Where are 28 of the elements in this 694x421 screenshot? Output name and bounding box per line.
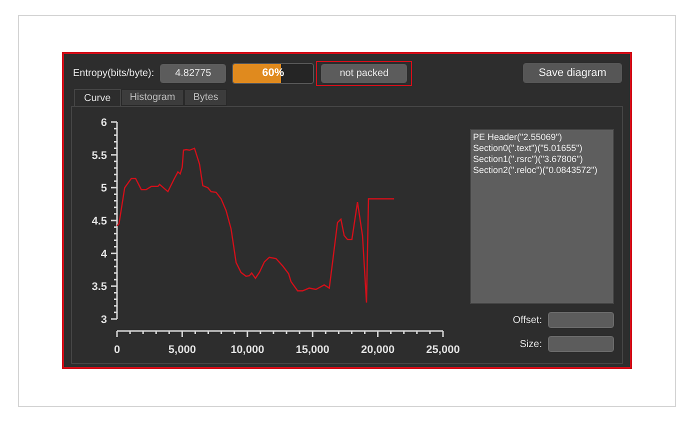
field-label: Size: xyxy=(520,338,542,352)
entropy-value-field: 4.82775 xyxy=(160,64,226,82)
y-tick-label: 3 xyxy=(100,314,107,326)
entropy-label: Entropy(bits/byte): xyxy=(73,66,154,80)
tab[interactable]: Curve xyxy=(74,89,121,106)
y-tick-label: 6 xyxy=(100,117,107,129)
y-tick-label: 4 xyxy=(100,248,107,260)
x-tick-label: 10,000 xyxy=(230,344,264,356)
y-tick-label: 4.5 xyxy=(92,216,107,228)
tab[interactable]: Histogram xyxy=(120,89,184,106)
section-entry[interactable]: PE Header("2.55069") xyxy=(473,132,611,143)
x-tick-label: 25,000 xyxy=(426,344,460,356)
status-field: not packed xyxy=(321,64,408,82)
x-tick-label: 5,000 xyxy=(168,344,196,356)
section-entry[interactable]: Section1(".rsrc")("3.67806") xyxy=(473,154,611,165)
input-field[interactable] xyxy=(548,336,614,352)
tab[interactable]: Bytes xyxy=(184,89,228,106)
section-entry[interactable]: Section0(".text")("5.01655") xyxy=(473,143,611,154)
y-tick-label: 5 xyxy=(100,182,107,195)
save-diagram-button[interactable]: Save diagram xyxy=(523,63,622,83)
y-tick-label: 5.5 xyxy=(92,150,107,162)
x-tick-label: 20,000 xyxy=(360,344,395,356)
x-tick-label: 15,000 xyxy=(296,344,330,356)
section-entry[interactable]: Section2(".reloc")("0.0843572") xyxy=(473,165,611,176)
input-field[interactable] xyxy=(548,312,614,328)
field-label: Offset: xyxy=(512,314,542,328)
x-tick-label: 0 xyxy=(114,344,120,356)
y-tick-label: 3.5 xyxy=(92,281,107,294)
